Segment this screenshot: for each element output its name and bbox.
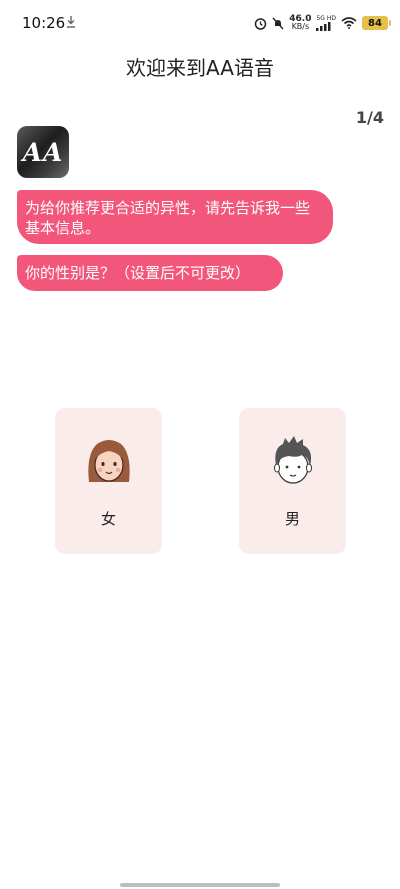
mute-icon: [272, 17, 284, 29]
alarm-icon: [255, 17, 267, 30]
gender-label-female: 女: [100, 510, 116, 528]
female-avatar-icon: [88, 440, 130, 482]
app-logo-avatar: AA: [17, 126, 69, 178]
chat-bubble-gender-question: 你的性别是？（设置后不可更改）: [17, 255, 283, 291]
chat-bubble-intro: 为给你推荐更合适的异性，请先告诉我一些基本信息。: [17, 190, 333, 244]
screen: 10:26 46.0 KB/s 5G HD 84 欢迎来到AA语音 1/4 AA…: [0, 0, 400, 889]
status-bar: 10:26 46.0 KB/s 5G HD 84: [0, 0, 400, 44]
avatar-text: AA: [22, 137, 64, 167]
status-icons: 46.0 KB/s 5G HD 84: [254, 13, 391, 33]
page-title: 欢迎来到AA语音: [126, 56, 274, 80]
status-time: 10:26: [22, 14, 66, 32]
wifi-icon: [341, 17, 357, 29]
page-indicator: 1/4: [355, 108, 384, 127]
network-type: 5G HD: [316, 15, 336, 31]
male-avatar-icon: [274, 436, 312, 484]
battery-icon: 84: [362, 16, 391, 30]
gender-option-female[interactable]: 女: [55, 408, 162, 554]
home-indicator[interactable]: [120, 883, 280, 887]
gender-option-male[interactable]: 男: [239, 408, 346, 554]
gender-label-male: 男: [284, 510, 300, 528]
net-speed: 46.0 KB/s: [289, 14, 312, 31]
download-icon: [67, 16, 75, 28]
signal-icon: [316, 21, 331, 31]
